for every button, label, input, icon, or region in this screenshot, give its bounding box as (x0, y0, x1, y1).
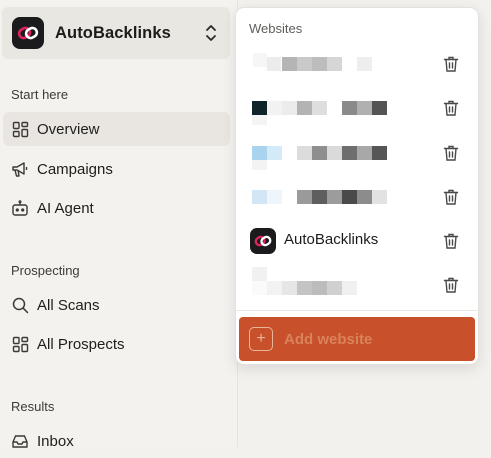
bot-icon (11, 199, 29, 217)
sidebar-item-campaigns[interactable]: Campaigns (3, 152, 230, 186)
sidebar-item-all-prospects[interactable]: All Prospects (3, 327, 230, 361)
workspace-switcher[interactable]: AutoBacklinks (2, 7, 230, 59)
website-item-autobacklinks[interactable]: AutoBacklinks (238, 221, 476, 261)
website-item[interactable] (238, 88, 476, 128)
redacted-website-name (238, 44, 428, 84)
trash-icon[interactable] (442, 55, 460, 73)
section-prospecting: Prospecting (11, 263, 80, 278)
dropdown-divider (236, 310, 478, 311)
trash-icon[interactable] (442, 144, 460, 162)
redacted-website-name (238, 88, 428, 128)
grid-icon (11, 335, 29, 353)
sidebar-item-ai-agent[interactable]: AI Agent (3, 191, 230, 225)
chevron-up-down-icon (206, 25, 216, 41)
trash-icon[interactable] (442, 188, 460, 206)
trash-icon[interactable] (442, 276, 460, 294)
plus-icon: + (249, 327, 273, 351)
sidebar-item-all-scans[interactable]: All Scans (3, 288, 230, 322)
add-website-button[interactable]: + Add website (239, 317, 475, 361)
section-start-here: Start here (11, 87, 69, 102)
dropdown-title: Websites (249, 21, 303, 36)
grid-icon (11, 120, 29, 138)
redacted-website-name (238, 133, 428, 173)
section-results: Results (11, 399, 55, 414)
megaphone-icon (11, 160, 29, 178)
autobacklinks-logo-icon (12, 17, 44, 49)
trash-icon[interactable] (442, 99, 460, 117)
sidebar: AutoBacklinks Start here Overview Campai… (0, 0, 238, 450)
inbox-icon (11, 432, 29, 450)
workspace-name: AutoBacklinks (55, 23, 171, 42)
search-icon (11, 296, 29, 314)
add-website-label: Add website (284, 330, 373, 348)
redacted-website-name (238, 265, 428, 305)
website-item[interactable] (238, 44, 476, 84)
website-item[interactable] (238, 133, 476, 173)
sidebar-item-inbox[interactable]: Inbox (3, 424, 230, 458)
website-name: AutoBacklinks (284, 231, 379, 248)
redacted-website-name (238, 177, 428, 217)
autobacklinks-logo-icon (250, 228, 276, 254)
trash-icon[interactable] (442, 232, 460, 250)
website-item[interactable] (238, 265, 476, 305)
sidebar-item-overview[interactable]: Overview (3, 112, 230, 146)
websites-dropdown: Websites AutoBacklinks + Add website (235, 7, 479, 365)
website-item[interactable] (238, 177, 476, 217)
